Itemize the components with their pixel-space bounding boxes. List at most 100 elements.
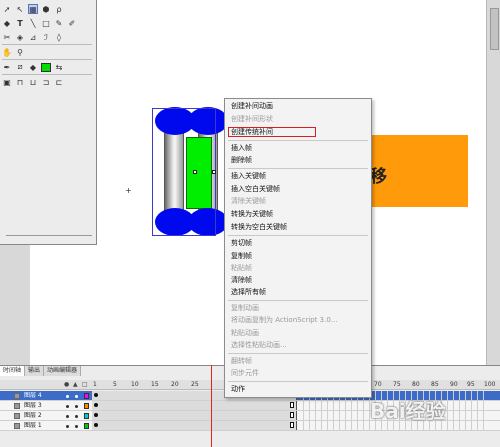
bone-icon[interactable]: ✂ (2, 32, 12, 42)
tools-colors: ✒ ⧄ ◆ ⇆ (2, 61, 64, 73)
outline-icon[interactable]: □ (82, 381, 88, 388)
menu-item-paste-frames[interactable]: 粘贴帧 (231, 264, 252, 273)
lock-dot[interactable] (75, 425, 78, 428)
end-frame[interactable] (290, 412, 294, 418)
eraser-icon[interactable]: ◊ (54, 32, 64, 42)
menu-item-reverse-frames[interactable]: 翻转帧 (231, 357, 252, 366)
lock-dot[interactable] (75, 405, 78, 408)
menu-item-create-classic-tween[interactable]: 创建传统补间 (231, 128, 273, 137)
visibility-dot[interactable] (66, 405, 69, 408)
end-frame[interactable] (290, 402, 294, 408)
layer-frames[interactable] (92, 401, 297, 410)
layer-outline-color[interactable] (84, 393, 89, 399)
layer-frames[interactable] (92, 421, 297, 430)
lock-dot[interactable] (75, 395, 78, 398)
menu-item-create-motion-tween[interactable]: 创建补间动画 (231, 102, 273, 111)
tools-panel: ➚ ↖ ▦ ⬢ ρ ◆ T ╲ □ ✎ ✐ ✂ ◈ ⊿ ℐ ◊ ✋ ⚲ ✒ ⧄ … (0, 0, 97, 245)
text-icon[interactable]: ◆ (2, 18, 12, 28)
menu-item-insert-frame[interactable]: 插入帧 (231, 144, 252, 153)
layer-name[interactable]: 图层 3 (24, 402, 42, 410)
layer-outline-color[interactable] (84, 413, 89, 419)
ruler-label: 75 (393, 381, 401, 388)
menu-item-paste-motion-special[interactable]: 选择性粘贴动画... (231, 341, 287, 350)
menu-item-clear-frames[interactable]: 清除帧 (231, 276, 252, 285)
snap-icon[interactable]: ▣ (2, 77, 12, 87)
layer-outline-color[interactable] (84, 403, 89, 409)
menu-item-cut-frames[interactable]: 剪切帧 (231, 239, 252, 248)
menu-item-copy-frames[interactable]: 复制帧 (231, 252, 252, 261)
layer-name[interactable]: 图层 4 (24, 392, 42, 400)
keyframe[interactable] (94, 423, 98, 427)
menu-item-paste-motion[interactable]: 粘贴动画 (231, 329, 259, 338)
menu-item-copy-motion[interactable]: 复制动画 (231, 304, 259, 313)
keyframe[interactable] (94, 403, 98, 407)
menu-item-actions[interactable]: 动作 (231, 385, 245, 394)
lock-icon[interactable]: ▲ (73, 381, 78, 388)
visibility-dot[interactable] (66, 425, 69, 428)
layer-name[interactable]: 图层 1 (24, 422, 42, 430)
menu-item-synchronize-symbols[interactable]: 同步元件 (231, 369, 259, 378)
stroke-color-icon[interactable]: ✒ (2, 62, 12, 72)
layer-frames[interactable] (92, 411, 297, 420)
pen-icon[interactable]: ρ (54, 4, 64, 14)
tab-motion-editor[interactable]: 动画编辑器 (44, 366, 82, 376)
subselect-icon[interactable]: ↖ (15, 4, 25, 14)
straighten-icon[interactable]: ⊔ (28, 77, 38, 87)
pencil-icon[interactable]: ✎ (54, 18, 64, 28)
keyframe[interactable] (94, 393, 98, 397)
menu-item-insert-blank-keyframe[interactable]: 插入空白关键帧 (231, 185, 280, 194)
text-tool-icon[interactable]: T (15, 18, 25, 28)
menu-item-remove-frames[interactable]: 删除帧 (231, 156, 252, 165)
vertical-scrollbar[interactable] (486, 0, 500, 365)
menu-item-create-shape-tween[interactable]: 创建补间形状 (231, 115, 273, 124)
brush-icon[interactable]: ✐ (67, 18, 77, 28)
tools-divider (2, 74, 92, 75)
ruler-label: 5 (113, 381, 117, 388)
end-frame[interactable] (290, 422, 294, 428)
swap-colors-icon[interactable]: ⇆ (54, 62, 64, 72)
keyframe[interactable] (94, 413, 98, 417)
arrow-icon[interactable]: ➚ (2, 4, 12, 14)
eyedropper-icon[interactable]: ℐ (41, 32, 51, 42)
menu-item-clear-keyframe[interactable]: 清除关键帧 (231, 197, 266, 206)
option2-icon[interactable]: ⊏ (54, 77, 64, 87)
menu-item-convert-to-blank-keyframe[interactable]: 转换为空白关键帧 (231, 223, 287, 232)
playhead[interactable] (211, 365, 212, 447)
fill-color-icon[interactable]: ◆ (28, 62, 38, 72)
smooth-icon[interactable]: ⊓ (15, 77, 25, 87)
transform-handle[interactable] (212, 170, 216, 174)
no-color-icon[interactable]: ⧄ (15, 62, 25, 72)
context-menu: 创建补间动画 创建补间形状 创建传统补间 插入帧 删除帧 插入关键帧 插入空白关… (224, 98, 372, 398)
eye-icon[interactable]: ● (64, 381, 69, 388)
lock-dot[interactable] (75, 415, 78, 418)
menu-item-copy-motion-as-as3[interactable]: 将动画复制为 ActionScript 3.0... (231, 316, 337, 325)
hand-icon[interactable]: ✋ (2, 47, 12, 57)
fill-color-swatch[interactable] (41, 62, 51, 72)
pasteboard-left (0, 245, 30, 365)
tab-timeline[interactable]: 时间轴 (0, 366, 26, 376)
menu-item-convert-to-keyframe[interactable]: 转换为关键帧 (231, 210, 273, 219)
stage-origin-crosshair: + (125, 186, 132, 195)
scrollbar-thumb[interactable] (490, 8, 499, 50)
rectangle-icon[interactable]: □ (41, 18, 51, 28)
visibility-dot[interactable] (66, 415, 69, 418)
orange-glyph: 移 (370, 167, 387, 187)
visibility-dot[interactable] (66, 395, 69, 398)
free-transform-icon[interactable]: ▦ (28, 4, 38, 14)
transform-handle[interactable] (193, 170, 197, 174)
paint-bucket-icon[interactable]: ◈ (15, 32, 25, 42)
line-icon[interactable]: ╲ (28, 18, 38, 28)
selection-bounding-box (152, 108, 216, 236)
lasso-icon[interactable]: ⬢ (41, 4, 51, 14)
tab-output[interactable]: 输出 (25, 366, 45, 376)
layer-outline-color[interactable] (84, 423, 89, 429)
ink-bottle-icon[interactable]: ⊿ (28, 32, 38, 42)
tools-row-2: ◆ T ╲ □ ✎ ✐ (2, 17, 77, 29)
ruler-label: 1 (93, 381, 97, 388)
zoom-icon[interactable]: ⚲ (15, 47, 25, 57)
menu-item-insert-keyframe[interactable]: 插入关键帧 (231, 172, 266, 181)
ruler-label: 100 (484, 381, 496, 388)
layer-name[interactable]: 图层 2 (24, 412, 42, 420)
menu-item-select-all-frames[interactable]: 选择所有帧 (231, 288, 266, 297)
option-icon[interactable]: ⊐ (41, 77, 51, 87)
